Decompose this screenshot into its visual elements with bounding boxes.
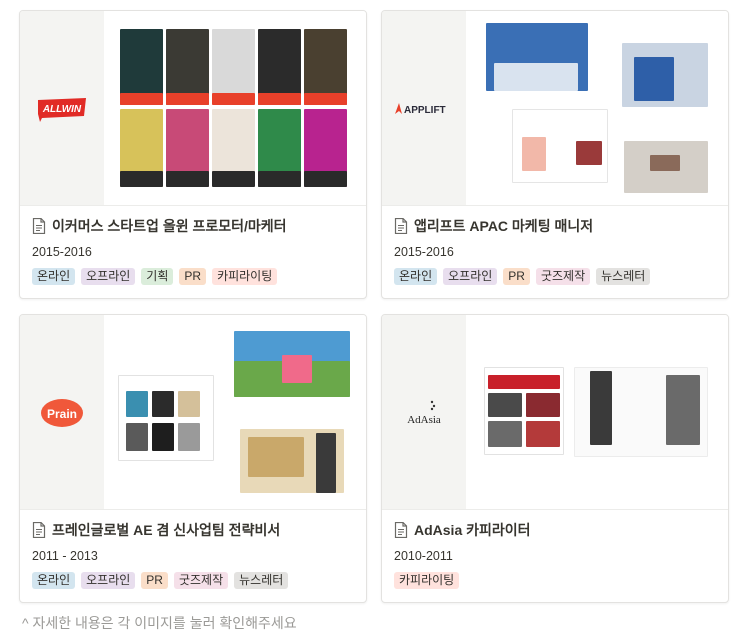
- tag: 오프라인: [81, 268, 136, 285]
- tag: 굿즈제작: [173, 572, 229, 589]
- card-cover[interactable]: APPLIFT: [382, 11, 728, 206]
- tag: 뉴스레터: [234, 572, 289, 589]
- page-icon: [32, 521, 46, 539]
- tag-list: 카피라이팅: [394, 572, 460, 589]
- svg-text:AdAsia: AdAsia: [407, 414, 441, 426]
- card-title: 앱리프트 APAC 마케팅 매니저: [414, 218, 594, 234]
- page-icon: [394, 217, 408, 235]
- tag: 굿즈제작: [535, 268, 591, 285]
- tag: 카피라이팅: [212, 268, 278, 285]
- tag: PR: [179, 268, 207, 285]
- gallery-card-applift[interactable]: APPLIFT 앱리프트 APAC 마케팅 매니저 2015-2016 온라인 …: [381, 10, 729, 299]
- svg-text:Prain: Prain: [47, 407, 77, 421]
- tag: 기획: [141, 268, 174, 285]
- tag: 뉴스레터: [596, 268, 651, 285]
- tag: PR: [503, 268, 530, 285]
- card-period: 2010-2011: [394, 549, 453, 563]
- prain-logo: Prain: [20, 315, 104, 509]
- card-cover[interactable]: AdAsia: [382, 315, 728, 510]
- tag-list: 온라인 오프라인 PR 굿즈제작 뉴스레터: [394, 268, 651, 285]
- tag: 온라인: [394, 268, 438, 285]
- tag: PR: [141, 572, 168, 589]
- tag: 카피라이팅: [394, 572, 460, 589]
- adasia-work-collage-image: [466, 315, 728, 509]
- tag: 온라인: [32, 268, 76, 285]
- booth-photo-collage-image: [466, 11, 728, 205]
- card-period: 2015-2016: [32, 245, 92, 259]
- adasia-logo: AdAsia: [382, 315, 466, 509]
- gallery-card-prain[interactable]: Prain 프레인글로벌 AE 겸 신사업팀 전략비서 2011 - 2013 …: [19, 314, 367, 603]
- svg-text:APPLIFT: APPLIFT: [404, 105, 446, 116]
- card-cover[interactable]: Prain: [20, 315, 366, 510]
- applift-logo: APPLIFT: [382, 11, 466, 205]
- page-icon: [32, 217, 46, 235]
- card-title: 프레인글로벌 AE 겸 신사업팀 전략비서: [52, 522, 281, 538]
- page-icon: [394, 521, 408, 539]
- gallery-card-adasia[interactable]: AdAsia AdAsia 카피라이터 2010-2011 카피라이팅: [381, 314, 729, 603]
- footer-hint: ^ 자세한 내용은 각 이미지를 눌러 확인해주세요: [22, 615, 297, 631]
- svg-text:ALLWIN: ALLWIN: [42, 104, 82, 115]
- poster-collage-image: [104, 11, 366, 205]
- allwin-logo: ALLWIN: [20, 11, 104, 205]
- tag-list: 온라인 오프라인 기획 PR 카피라이팅: [32, 268, 278, 285]
- card-period: 2011 - 2013: [32, 549, 98, 563]
- card-period: 2015-2016: [394, 245, 454, 259]
- tag: 오프라인: [443, 268, 498, 285]
- tag: 오프라인: [81, 572, 136, 589]
- card-title: AdAsia 카피라이터: [414, 522, 531, 538]
- tag: 온라인: [32, 572, 76, 589]
- project-collage-image: [104, 315, 366, 509]
- gallery-card-allwin[interactable]: ALLWIN 이커머스 스타트업 올윈 프로모터/마케터 2015-2016 온…: [19, 10, 367, 299]
- card-cover[interactable]: ALLWIN: [20, 11, 366, 206]
- tag-list: 온라인 오프라인 PR 굿즈제작 뉴스레터: [32, 572, 289, 589]
- card-title: 이커머스 스타트업 올윈 프로모터/마케터: [52, 218, 287, 234]
